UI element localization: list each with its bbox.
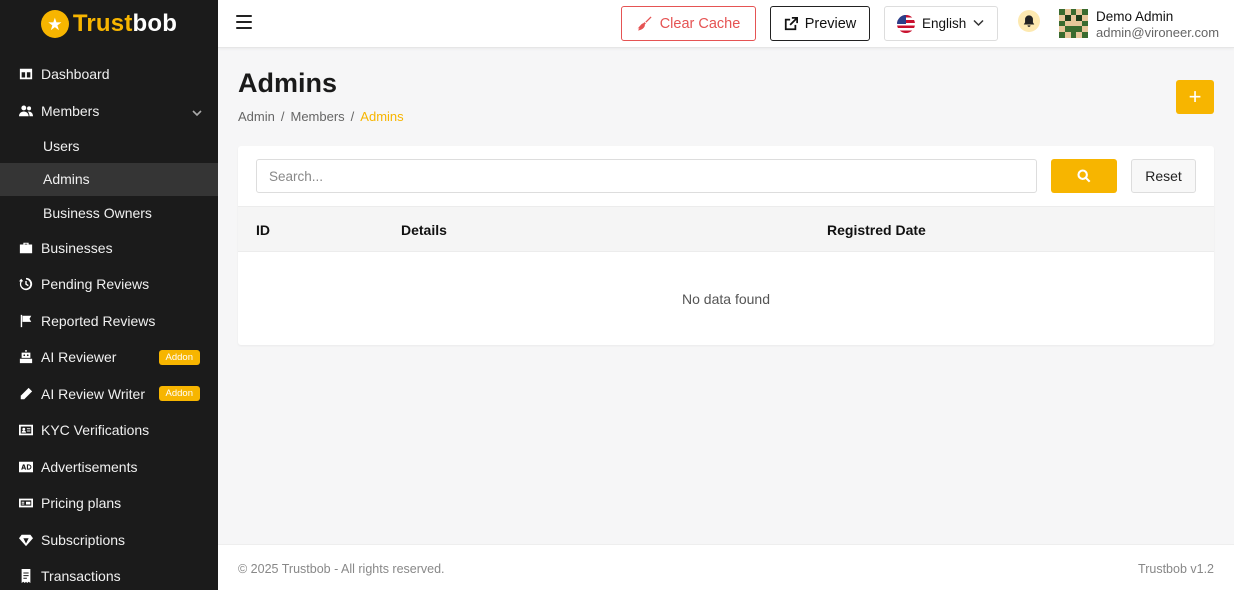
user-name[interactable]: Demo Admin [1096,9,1173,24]
dashboard-icon [18,67,33,82]
sidebar-item-members[interactable]: Members [0,93,218,130]
history-icon [18,277,33,292]
sidebar-subitem-business-owners[interactable]: Business Owners [0,196,218,230]
addon-badge: Addon [158,349,200,365]
copyright-text: © 2025 Trustbob - All rights reserved. [238,562,445,576]
sidebar-item-label: Subscriptions [41,531,126,548]
avatar[interactable] [1059,9,1088,38]
chevron-down-icon [973,16,984,31]
sidebar: ★ Trustbob Dashboard Members Users Admin… [0,0,218,590]
breadcrumb-separator: / [350,109,355,124]
search-input[interactable] [256,159,1037,193]
broom-icon [637,16,652,31]
sidebar-item-label: Advertisements [41,458,138,475]
sidebar-subitem-users[interactable]: Users [0,129,218,163]
breadcrumb-item-members[interactable]: Members [290,109,344,124]
column-header-details: Details [401,222,447,238]
version-text: Trustbob v1.2 [1138,562,1214,576]
brand-logo[interactable]: ★ Trustbob [0,0,218,48]
sidebar-item-subscriptions[interactable]: Subscriptions [0,522,218,559]
sidebar-subitem-admins[interactable]: Admins [0,162,218,196]
sidebar-item-label: KYC Verifications [41,422,150,439]
id-card-icon [18,423,33,438]
sidebar-item-label: Members [41,102,100,119]
language-dropdown[interactable]: English [884,6,998,41]
empty-state-message: No data found [682,290,770,307]
clear-cache-label: Clear Cache [659,15,741,32]
chevron-down-icon [192,105,202,116]
sidebar-item-label: Businesses [41,239,113,256]
admins-table-card: Reset ID Details Registred Date No data … [238,146,1214,345]
preview-button[interactable]: Preview [770,6,870,41]
topbar: Clear Cache Preview English Demo Admin a… [218,0,1234,48]
sidebar-subitem-label: Business Owners [43,204,152,221]
sidebar-item-ai-reviewer[interactable]: AI Reviewer Addon [0,339,218,376]
bell-icon[interactable] [1018,10,1040,32]
add-admin-button[interactable]: + [1176,80,1214,114]
sidebar-item-label: AI Reviewer [41,349,117,366]
receipt-icon [18,569,33,584]
brand-name: Trustbob [72,10,178,37]
column-header-registered-date: Registred Date [827,222,926,238]
robot-icon [18,350,33,365]
star-icon: ★ [40,10,69,38]
ad-icon [18,459,33,474]
sidebar-item-pending-reviews[interactable]: Pending Reviews [0,266,218,303]
breadcrumb: Admin / Members / Admins [238,109,404,124]
external-link-icon [784,16,798,30]
sidebar-item-ai-review-writer[interactable]: AI Review Writer Addon [0,376,218,413]
breadcrumb-item-admin[interactable]: Admin [238,109,275,124]
gem-icon [18,532,33,547]
user-email: admin@viro​neer.com [1096,25,1220,40]
sidebar-item-label: Reported Reviews [41,312,156,329]
sidebar-item-transactions[interactable]: Transactions [0,558,218,590]
reset-button[interactable]: Reset [1131,159,1196,193]
search-icon [1077,169,1091,183]
pen-icon [18,386,33,401]
sidebar-item-pricing-plans[interactable]: Pricing plans [0,485,218,522]
users-icon [18,103,33,118]
pricing-icon [18,496,33,511]
sidebar-nav: Dashboard Members Users Admins Business … [0,56,218,590]
table-header: ID Details Registred Date [238,206,1214,252]
sidebar-subitem-label: Admins [43,171,90,188]
flag-icon [18,313,33,328]
sidebar-item-label: AI Review Writer [41,385,145,402]
preview-label: Preview [804,15,857,32]
sidebar-item-label: Dashboard [41,66,110,83]
sidebar-item-advertisements[interactable]: Advertisements [0,449,218,486]
us-flag-icon [897,14,915,33]
breadcrumb-item-admins: Admins [360,109,404,124]
sidebar-item-kyc-verifications[interactable]: KYC Verifications [0,412,218,449]
column-header-id: ID [256,222,270,238]
footer: © 2025 Trustbob - All rights reserved. T… [218,544,1234,590]
addon-badge: Addon [158,386,200,402]
search-button[interactable] [1051,159,1117,193]
hamburger-menu-icon[interactable] [236,15,252,29]
sidebar-item-label: Transactions [41,568,121,585]
sidebar-subitem-label: Users [43,137,80,154]
sidebar-item-businesses[interactable]: Businesses [0,230,218,267]
language-label: English [922,16,967,31]
sidebar-item-label: Pricing plans [41,495,122,512]
breadcrumb-separator: / [280,109,285,124]
clear-cache-button[interactable]: Clear Cache [621,6,756,41]
page-title: Admins [238,68,338,98]
sidebar-item-reported-reviews[interactable]: Reported Reviews [0,303,218,340]
sidebar-item-label: Pending Reviews [41,276,150,293]
briefcase-icon [18,240,33,255]
sidebar-item-dashboard[interactable]: Dashboard [0,56,218,93]
